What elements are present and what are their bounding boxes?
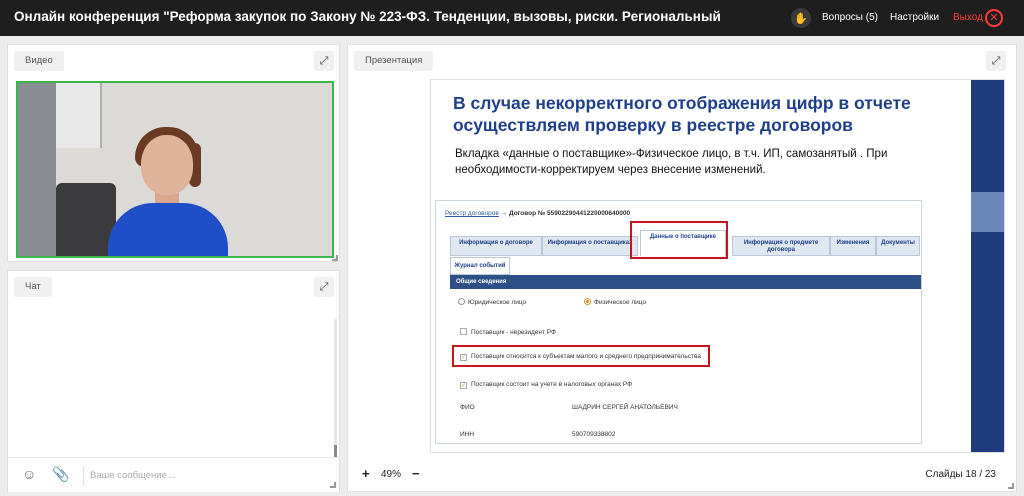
registry-tab: Информация о поставщиках bbox=[542, 236, 638, 256]
checkbox-tax: ✓ Поставщик состоит на учете в налоговых … bbox=[460, 381, 633, 389]
checkbox-empty-icon bbox=[460, 328, 467, 335]
presentation-resize-handle[interactable] bbox=[1008, 483, 1014, 489]
top-bar: Онлайн конференция "Реформа закупок по З… bbox=[0, 0, 1024, 36]
chair bbox=[56, 183, 116, 256]
radio-legal-entity: Юридическое лицо bbox=[458, 298, 526, 306]
zoom-level: 49% bbox=[381, 469, 402, 480]
highlight-supplier-tab bbox=[630, 221, 728, 259]
video-expand-button[interactable]: ⤢ bbox=[314, 51, 334, 71]
expand-icon: ⤢ bbox=[319, 55, 329, 67]
exit-button[interactable]: Выход bbox=[953, 12, 983, 23]
presentation-slide: В случае некорректного отображения цифр … bbox=[430, 79, 1005, 453]
contract-registry-screenshot: Реестр договоров → Договор № 55902290441… bbox=[435, 200, 922, 444]
highlight-sme-checkbox bbox=[452, 345, 710, 367]
registry-tab: Документы bbox=[876, 236, 920, 256]
slide-side-stripe bbox=[971, 80, 1004, 452]
slide-body-text: Вкладка «данные о поставщике»-Физическое… bbox=[455, 148, 888, 176]
questions-button[interactable]: Вопросы (5) bbox=[822, 12, 878, 23]
settings-button[interactable]: Настройки bbox=[890, 12, 939, 23]
speaker bbox=[108, 203, 228, 256]
breadcrumb: Реестр договоров → Договор № 55902290441… bbox=[445, 210, 631, 217]
zoom-in-button[interactable]: + bbox=[362, 467, 370, 480]
radio-off-icon bbox=[458, 298, 465, 305]
emoji-icon[interactable]: ☺ bbox=[22, 466, 36, 482]
speaker-face bbox=[141, 135, 193, 195]
chat-panel: Чат ⤢ ☺ 📎 bbox=[7, 270, 340, 492]
field-fio: ФИО ШАДРИН СЕРГЕЙ АНАТОЛЬЕВИЧ bbox=[460, 404, 678, 411]
checkbox-checked-icon: ✓ bbox=[460, 382, 467, 389]
chat-scrollbar[interactable] bbox=[334, 319, 337, 459]
video-panel-label: Видео bbox=[14, 51, 64, 71]
whiteboard bbox=[56, 83, 102, 148]
field-inn: ИНН 590709338802 bbox=[460, 431, 616, 438]
checkbox-nonresident: Поставщик - нерезидент РФ bbox=[460, 328, 556, 336]
expand-icon: ⤢ bbox=[319, 281, 329, 293]
raise-hand-button[interactable]: ✋ bbox=[791, 8, 811, 28]
presentation-panel-label: Презентация bbox=[354, 51, 434, 71]
radio-individual: Физическое лицо bbox=[584, 298, 646, 306]
slide-title: В случае некорректного отображения цифр … bbox=[453, 93, 911, 135]
presentation-expand-button[interactable]: ⤢ bbox=[986, 51, 1006, 71]
hand-icon: ✋ bbox=[794, 12, 808, 25]
registry-tab: Информация о договоре bbox=[450, 236, 542, 256]
slide-counter: Слайды 18 / 23 bbox=[925, 469, 996, 480]
registry-tab: Информация о предмете договора bbox=[732, 236, 830, 256]
chat-panel-label: Чат bbox=[14, 277, 52, 297]
presentation-panel: Презентация ⤢ В случае некорректного ото… bbox=[347, 44, 1017, 492]
chat-message-input[interactable] bbox=[90, 464, 320, 486]
registry-tab: Изменения bbox=[830, 236, 876, 256]
video-panel: Видео ⤢ bbox=[7, 44, 340, 262]
chat-composer: ☺ 📎 bbox=[8, 457, 339, 492]
chat-expand-button[interactable]: ⤢ bbox=[314, 277, 334, 297]
zoom-out-button[interactable]: − bbox=[412, 467, 420, 480]
expand-icon: ⤢ bbox=[991, 55, 1001, 67]
video-stream bbox=[16, 81, 334, 258]
close-circle-icon[interactable]: ✕ bbox=[985, 9, 1003, 27]
section-header: Общие сведения bbox=[450, 275, 921, 289]
video-resize-handle[interactable] bbox=[332, 255, 338, 261]
paperclip-icon[interactable]: 📎 bbox=[52, 466, 69, 483]
conference-title: Онлайн конференция "Реформа закупок по З… bbox=[14, 9, 721, 24]
radio-on-icon bbox=[584, 298, 591, 305]
registry-tab-journal: Журнал событий bbox=[450, 257, 510, 275]
chat-resize-handle[interactable] bbox=[330, 482, 336, 488]
